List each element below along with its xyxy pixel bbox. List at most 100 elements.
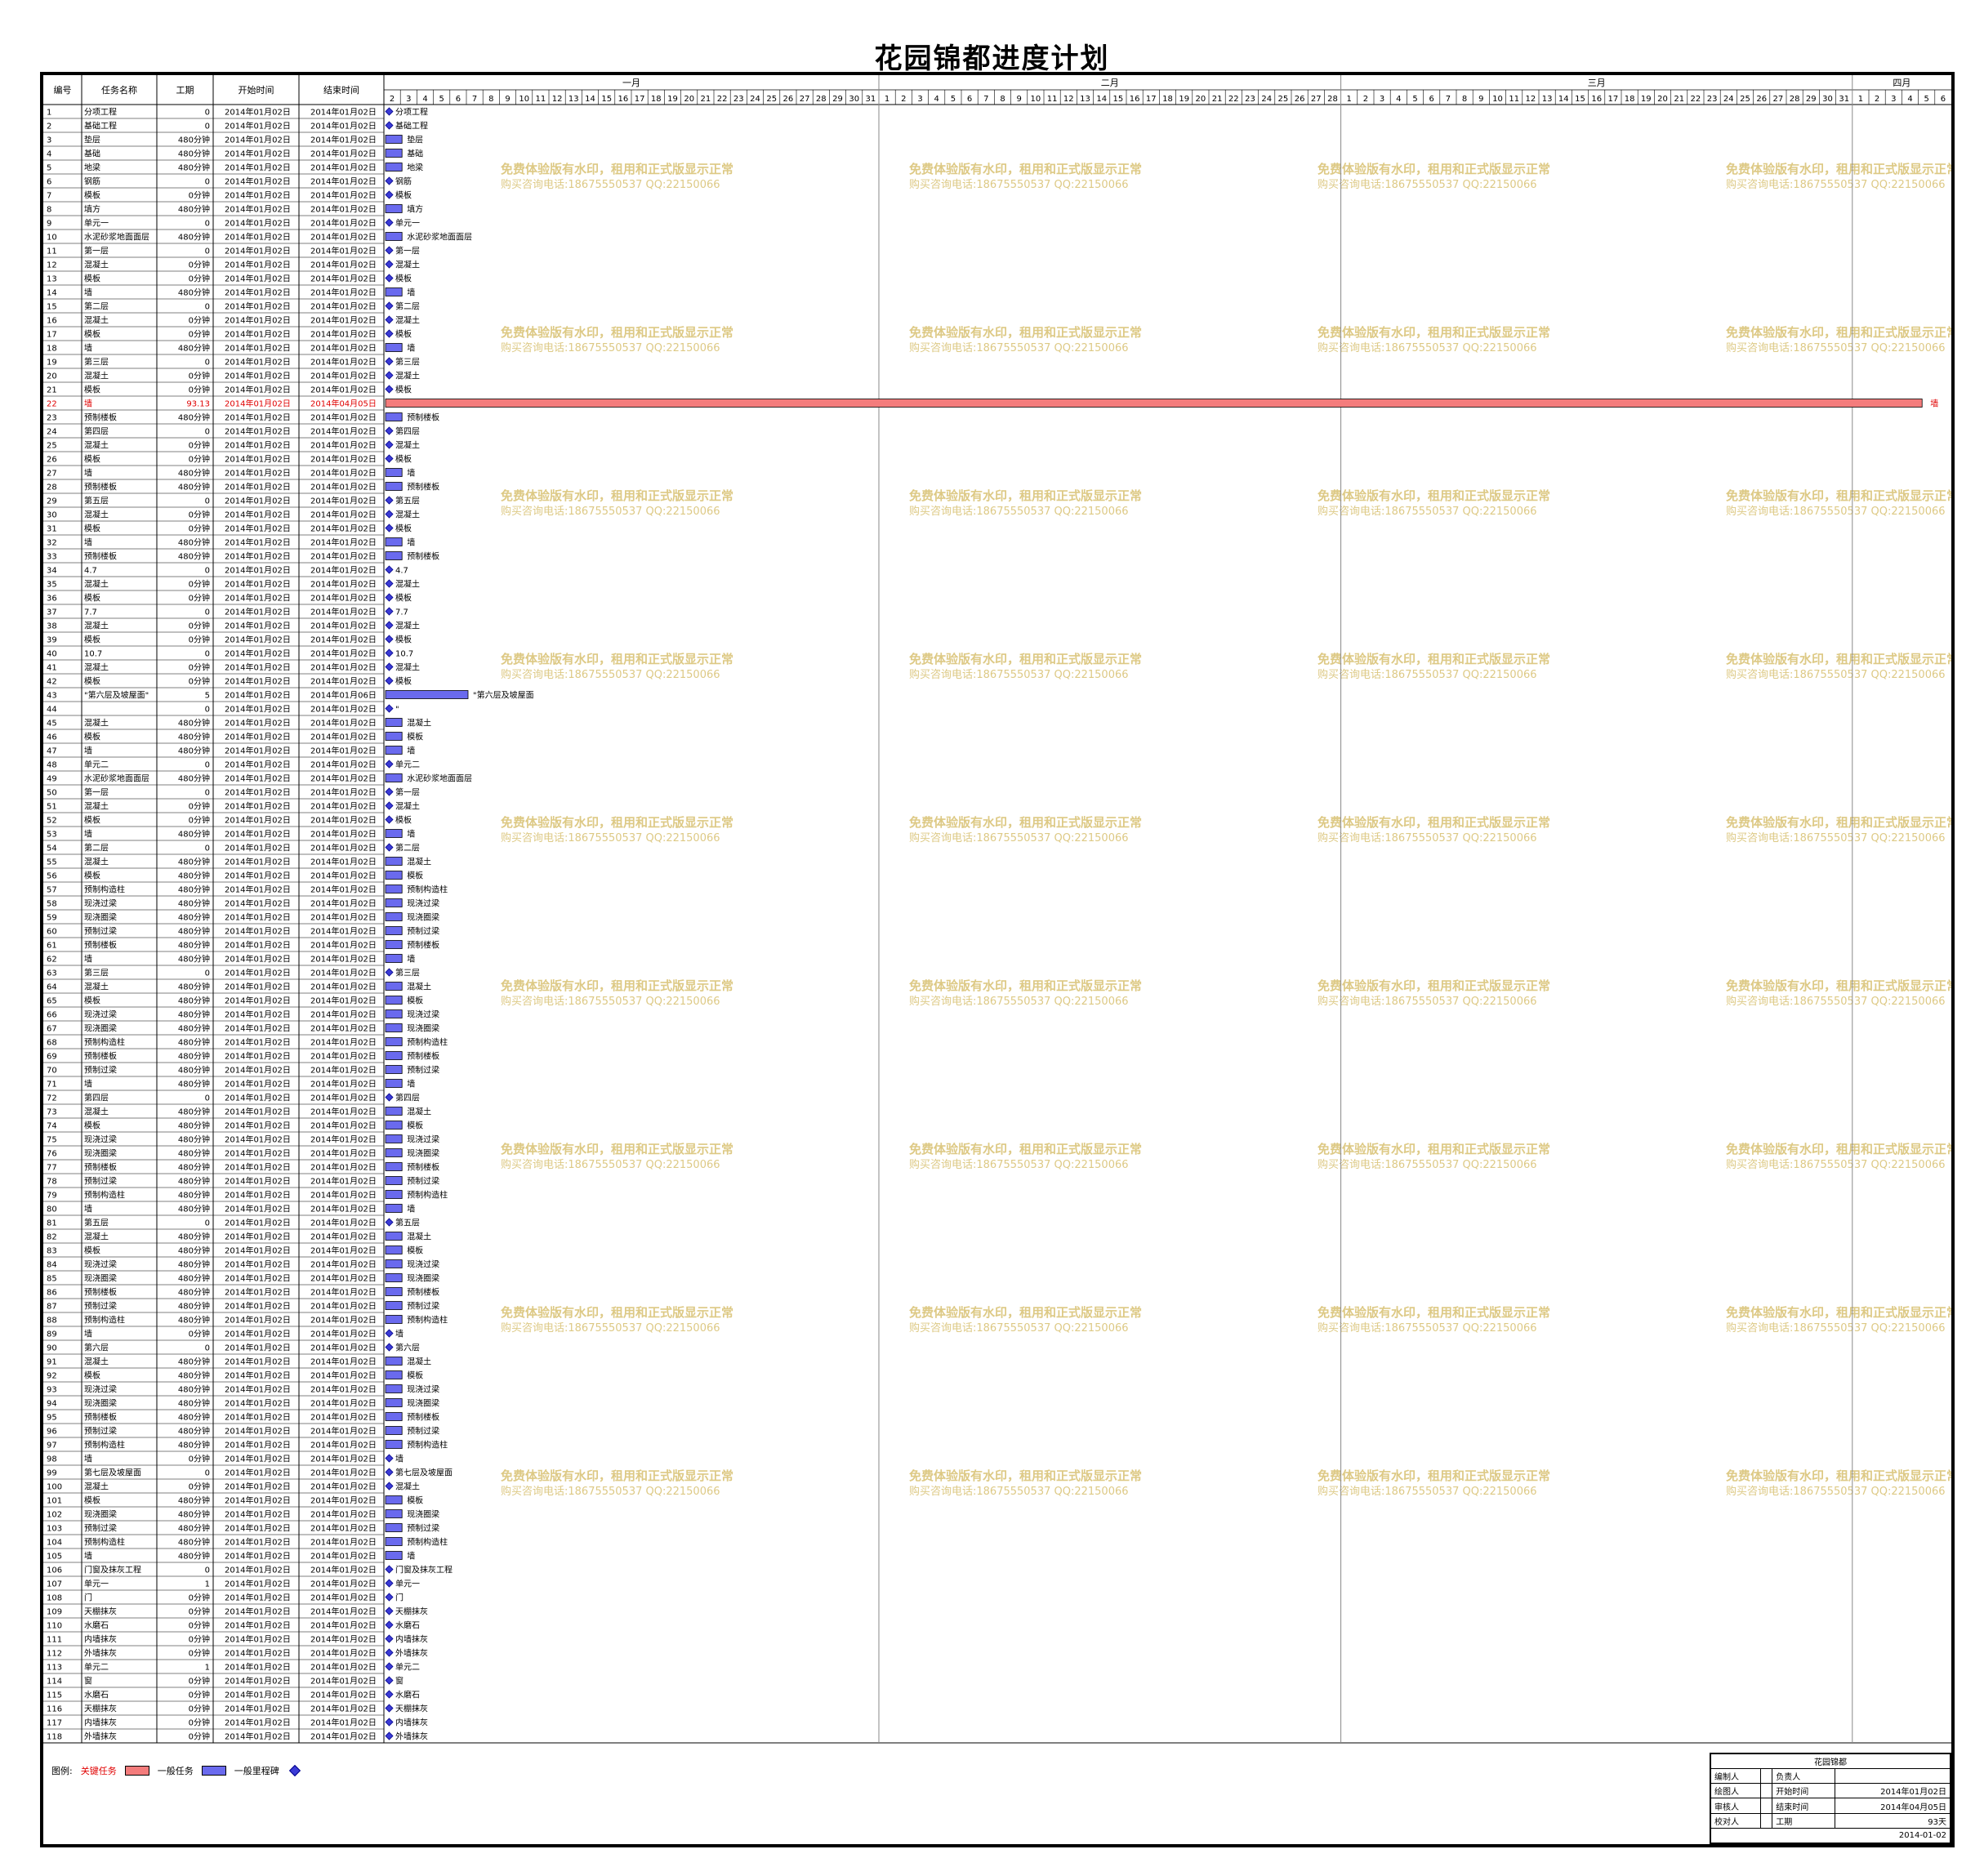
- task-duration: 0分钟: [189, 815, 210, 826]
- task-start: 2014年01月02日: [225, 718, 291, 729]
- task-duration: 0分钟: [189, 1690, 210, 1700]
- task-duration: 480分钟: [178, 1134, 210, 1145]
- task-id: 53: [47, 831, 57, 840]
- watermark-line2: 购买咨询电话:18675550537 QQ:22150066: [1317, 995, 1537, 1008]
- day-label: 1: [885, 95, 889, 104]
- task-bar: [385, 1301, 403, 1310]
- tb-checker-label: 校对人: [1710, 1812, 1762, 1829]
- task-id: 66: [47, 1011, 57, 1020]
- milestone-marker: [385, 801, 394, 810]
- task-name: 预制过梁: [84, 1176, 117, 1187]
- task-start: 2014年01月02日: [225, 898, 291, 909]
- milestone-marker: [385, 1329, 394, 1338]
- bar-label: 内墙抹灰: [395, 1718, 428, 1728]
- task-bar: [385, 898, 403, 907]
- task-bar: [385, 1037, 403, 1046]
- day-label: 10: [1492, 95, 1503, 104]
- milestone-marker: [385, 1218, 394, 1227]
- task-start: 2014年01月02日: [225, 149, 291, 159]
- bar-label: 天棚抹灰: [395, 1606, 428, 1617]
- task-name: 外墙抹灰: [84, 1648, 117, 1659]
- milestone-marker: [385, 760, 394, 769]
- milestone-marker: [385, 190, 394, 199]
- bar-label: 预制构造柱: [407, 1037, 448, 1048]
- task-bar: [385, 718, 403, 727]
- task-duration: 480分钟: [178, 1509, 210, 1520]
- milestone-marker: [385, 1718, 394, 1727]
- task-bar: [385, 149, 403, 158]
- milestone-marker: [385, 121, 394, 130]
- watermark-line1: 免费体验版有水印，租用和正式版显示正常: [1726, 978, 1951, 993]
- task-start: 2014年01月02日: [225, 1384, 291, 1395]
- task-name: 混凝土: [84, 1232, 109, 1242]
- task-start: 2014年01月02日: [225, 1037, 291, 1048]
- day-label: 19: [667, 95, 678, 104]
- task-id: 86: [47, 1289, 57, 1298]
- task-end: 2014年01月02日: [310, 829, 377, 840]
- day-label: 2: [901, 95, 906, 104]
- task-start: 2014年01月02日: [225, 482, 291, 492]
- task-start: 2014年01月02日: [225, 871, 291, 881]
- task-name: 模板: [84, 385, 100, 395]
- watermark-line1: 免费体验版有水印，租用和正式版显示正常: [1317, 1468, 1550, 1483]
- task-name: 填方: [84, 204, 100, 215]
- watermark-line1: 免费体验版有水印，租用和正式版显示正常: [501, 162, 733, 176]
- watermark-line1: 免费体验版有水印，租用和正式版显示正常: [1726, 815, 1951, 830]
- task-name: 模板: [84, 274, 100, 284]
- task-name: 水泥砂浆地面面层: [84, 773, 149, 784]
- task-end: 2014年01月02日: [310, 1134, 377, 1145]
- watermark-line2: 购买咨询电话:18675550537 QQ:22150066: [1317, 831, 1537, 844]
- task-name: 模板: [84, 815, 100, 826]
- day-label: 20: [684, 95, 694, 104]
- watermark-line2: 购买咨询电话:18675550537 QQ:22150066: [1726, 178, 1946, 191]
- day-label: 6: [1429, 95, 1434, 104]
- day-label: 31: [866, 95, 876, 104]
- task-id: 102: [47, 1511, 62, 1520]
- watermark-line1: 免费体验版有水印，租用和正式版显示正常: [501, 652, 733, 666]
- task-duration: 480分钟: [178, 1245, 210, 1256]
- task-id: 77: [47, 1164, 57, 1173]
- task-end: 2014年01月02日: [310, 1384, 377, 1395]
- task-start: 2014年01月02日: [225, 1565, 291, 1575]
- bar-label: 门窗及抹灰工程: [395, 1565, 453, 1575]
- bar-label: 混凝土: [395, 801, 420, 812]
- bar-label: "第六层及坡屋面: [473, 690, 534, 701]
- task-id: 31: [47, 525, 57, 534]
- task-start: 2014年01月02日: [225, 843, 291, 853]
- task-id: 54: [47, 844, 57, 853]
- task-duration: 480分钟: [178, 1495, 210, 1506]
- task-duration: 480分钟: [178, 1051, 210, 1062]
- watermark-line2: 购买咨询电话:18675550537 QQ:22150066: [909, 178, 1129, 191]
- task-start: 2014年01月02日: [225, 454, 291, 465]
- task-name: 墙: [84, 399, 92, 409]
- task-end: 2014年01月02日: [310, 857, 377, 867]
- task-start: 2014年01月02日: [225, 1523, 291, 1534]
- task-end: 2014年01月02日: [310, 1731, 377, 1742]
- day-label: 25: [1740, 95, 1750, 104]
- task-duration: 0: [205, 1219, 210, 1228]
- task-end: 2014年01月02日: [310, 982, 377, 992]
- task-duration: 0分钟: [189, 635, 210, 645]
- tb-start-label: 开始时间: [1772, 1783, 1836, 1799]
- bar-label: 天棚抹灰: [395, 1704, 428, 1714]
- task-duration: 0分钟: [189, 621, 210, 631]
- bar-label: 预制楼板: [407, 1287, 439, 1298]
- task-end: 2014年01月02日: [310, 1037, 377, 1048]
- bar-label: 混凝土: [407, 1357, 431, 1367]
- task-name: 现浇圈梁: [84, 1023, 117, 1034]
- task-id: 2: [47, 123, 51, 131]
- watermark-line2: 购买咨询电话:18675550537 QQ:22150066: [501, 831, 720, 844]
- task-end: 2014年01月02日: [310, 635, 377, 645]
- task-name: 天棚抹灰: [84, 1606, 117, 1617]
- task-end: 2014年01月02日: [310, 1121, 377, 1131]
- task-end: 2014年01月02日: [310, 510, 377, 520]
- day-label: 28: [1790, 95, 1800, 104]
- task-id: 52: [47, 817, 57, 826]
- task-end: 2014年01月02日: [310, 426, 377, 437]
- task-duration: 0分钟: [189, 1606, 210, 1617]
- day-label: 2: [1875, 95, 1879, 104]
- day-label: 26: [1295, 95, 1305, 104]
- task-id: 116: [47, 1705, 62, 1714]
- task-duration: 0分钟: [189, 662, 210, 673]
- task-end: 2014年01月02日: [310, 1357, 377, 1367]
